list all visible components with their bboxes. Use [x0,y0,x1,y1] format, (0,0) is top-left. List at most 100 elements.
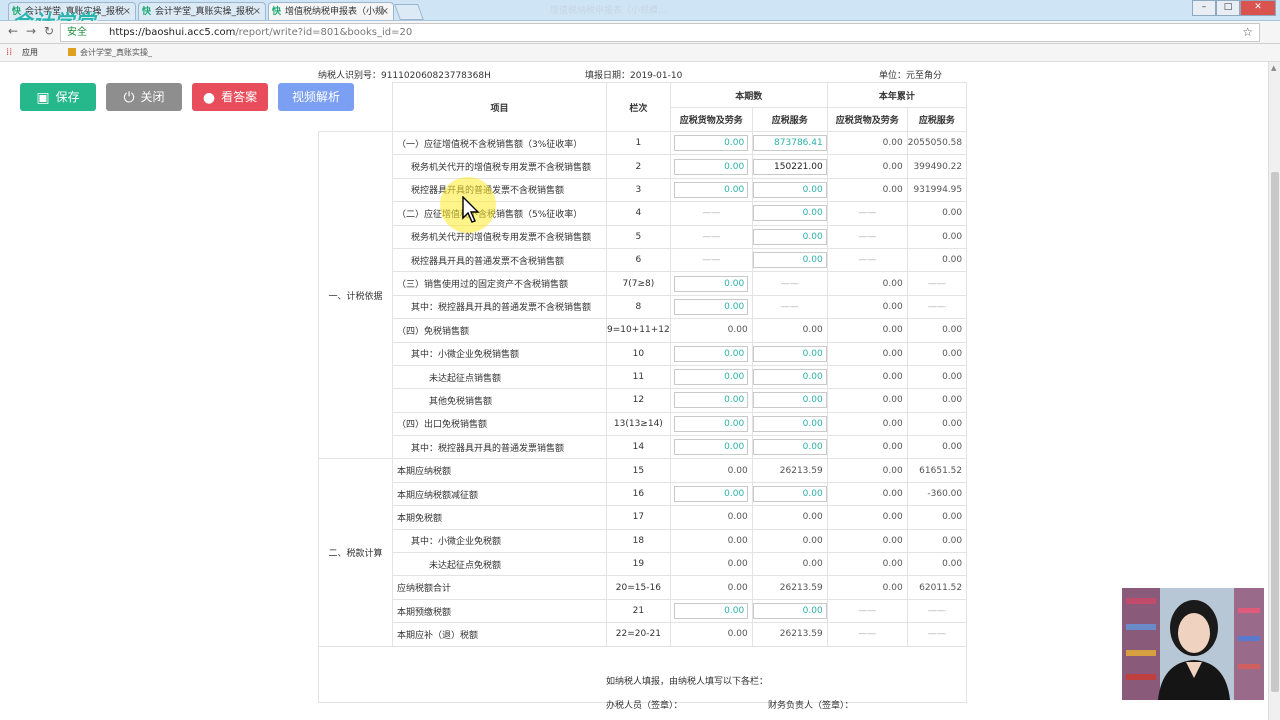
ytd-service-value: 0.00 [906,201,968,226]
ytd-service-value: 0.00 [906,318,968,343]
current-service-input[interactable]: 150221.00 [753,158,827,175]
browser-tab-bar: 快 会计学堂_真账实操_报税 × 快 会计学堂_真账实操_报税 × 快 增值税纳… [0,0,1280,21]
ytd-goods-value: 0.00 [826,154,908,179]
header-service: 应税服务 [906,107,968,132]
footer-note: 如纳税人填报，由纳税人填写以下各栏： [606,677,769,687]
footer-handler: 办税人员（签章）： [606,701,683,711]
current-goods-input[interactable]: 0.00 [674,369,749,386]
ytd-goods-value: 0.00 [826,552,908,577]
current-goods-cell: 0.00 [669,341,753,366]
current-goods-input[interactable]: 0.00 [674,415,749,432]
row-line-number: 14 [606,435,671,460]
current-service-value: 26213.59 [751,458,828,483]
bookmarks-bar: ⁞⁞ 应用 会计学堂_真账实操_ [0,44,1280,62]
row-line-number: 15 [606,458,671,483]
tab-close-icon[interactable]: × [253,3,261,20]
row-item-label: 应纳税额合计 [392,575,607,600]
table-row: 本期预缴税额 21 0.00 0.00 —— —— [319,598,968,624]
secure-lock-label: 安全 [67,27,87,38]
current-service-input[interactable]: 873786.41 [753,135,827,152]
ytd-goods-value: 0.00 [826,481,908,507]
row-item-label: 本期应补（退）税额 [392,622,607,647]
current-goods-input[interactable]: 0.00 [674,486,749,503]
current-service-input[interactable]: 0.00 [753,603,827,619]
current-service-cell: 0.00 [751,388,828,413]
current-service-input[interactable]: 0.00 [753,439,827,456]
current-goods-input[interactable]: 0.00 [674,345,749,362]
taxpayer-id: 纳税人识别号：91110206082377836​8H [318,71,491,81]
current-goods-input[interactable]: 0.00 [674,275,749,292]
ytd-goods-na: —— [826,622,908,647]
header-item: 项目 [392,82,607,132]
row-line-number: 5 [606,224,671,249]
mouse-pointer-icon [462,196,480,223]
current-goods-input[interactable]: 0.00 [674,392,749,409]
current-goods-input[interactable]: 0.00 [674,135,749,152]
ytd-goods-value: 0.00 [826,177,908,203]
current-service-cell: 150221.00 [751,154,828,179]
bookmark-site[interactable]: 会计学堂_真账实操_ [80,44,152,61]
current-service-input[interactable]: 0.00 [753,486,827,503]
table-row: 其中：税控器具开具的普通发票不含税销售额 8 0.00 —— 0.00 —— [319,294,968,320]
tab-close-icon[interactable]: × [381,3,389,20]
current-service-input[interactable]: 0.00 [753,181,827,198]
close-button[interactable]: ⏻ 关闭 [106,83,182,111]
current-goods-input[interactable]: 0.00 [674,439,749,456]
row-line-number: 8 [606,294,671,320]
url-input[interactable]: 安全 https://baoshui.acc5.com/report/write… [60,23,1260,42]
ytd-goods-na: —— [826,201,908,226]
unit-label: 单位：元至角分 [879,71,943,81]
maximize-icon[interactable]: □ [1216,0,1240,16]
current-goods-value: 0.00 [669,622,753,647]
scroll-up-icon[interactable]: ▲ [1271,64,1276,72]
current-goods-cell: 0.00 [669,130,753,156]
current-goods-input[interactable]: 0.00 [674,298,749,315]
blank-corner [319,108,393,132]
row-item-label: 税控器具开具的普通发票不含税销售额 [392,177,607,203]
row-line-number: 13(13≥14) [606,411,671,437]
bookmark-apps[interactable]: 应用 [22,44,38,61]
window-close-icon[interactable]: ✕ [1240,0,1276,16]
current-service-input[interactable]: 0.00 [753,252,827,269]
current-service-input[interactable]: 0.00 [753,415,827,432]
current-goods-input[interactable]: 0.00 [674,603,749,619]
current-service-input[interactable]: 0.00 [753,228,827,245]
current-service-input[interactable]: 0.00 [753,369,827,386]
minimize-icon[interactable]: – [1192,0,1216,16]
table-row: 税控器具开具的普通发票不含税销售额 6 —— 0.00 —— 0.00 [319,247,968,273]
current-service-cell: 0.00 [751,341,828,366]
row-item-label: 本期免税额 [392,505,607,530]
current-service-na: —— [751,271,828,296]
browser-tab-2[interactable]: 快 会计学堂_真账实操_报税 × [138,2,266,20]
page-scrollbar[interactable]: ▲ [1268,62,1280,720]
reload-icon[interactable]: ↻ [44,24,54,38]
current-service-input[interactable]: 0.00 [753,205,827,222]
row-item-label: 未达起征点免税额 [392,552,607,577]
current-service-input[interactable]: 0.00 [753,345,827,362]
ytd-goods-value: 0.00 [826,575,908,600]
current-service-cell: 0.00 [751,364,828,390]
header-goods: 应税货物及劳务 [826,107,908,132]
ytd-service-value: 0.00 [906,528,968,554]
ytd-service-na: —— [906,598,968,624]
ytd-service-value: 0.00 [906,388,968,413]
bookmark-star-icon[interactable]: ☆ [1242,24,1253,41]
back-icon[interactable]: ← [8,24,18,38]
scrollbar-thumb[interactable] [1271,172,1279,692]
new-tab-button[interactable] [394,4,424,20]
apps-grid-icon[interactable]: ⁞⁞ [6,44,12,61]
fill-date: 填报日期：2019-01-10 [585,71,683,81]
row-line-number: 19 [606,552,671,577]
ytd-goods-value: 0.00 [826,271,908,296]
row-line-number: 7(7≥8) [606,271,671,296]
forward-icon[interactable]: → [26,24,36,38]
current-service-input[interactable]: 0.00 [753,392,827,409]
tab-label: 会计学堂_真账实操_报税 [155,7,255,17]
view-answer-button[interactable]: ● 看答案 [192,83,268,111]
ytd-service-na: —— [906,271,968,296]
browser-tab-3-active[interactable]: 快 增值税纳税申报表（小规 × [268,2,394,20]
tab-close-icon[interactable]: × [123,3,131,20]
current-goods-input[interactable]: 0.00 [674,181,749,198]
save-button[interactable]: ▣ 保存 [20,83,96,111]
current-goods-input[interactable]: 0.00 [674,158,749,175]
